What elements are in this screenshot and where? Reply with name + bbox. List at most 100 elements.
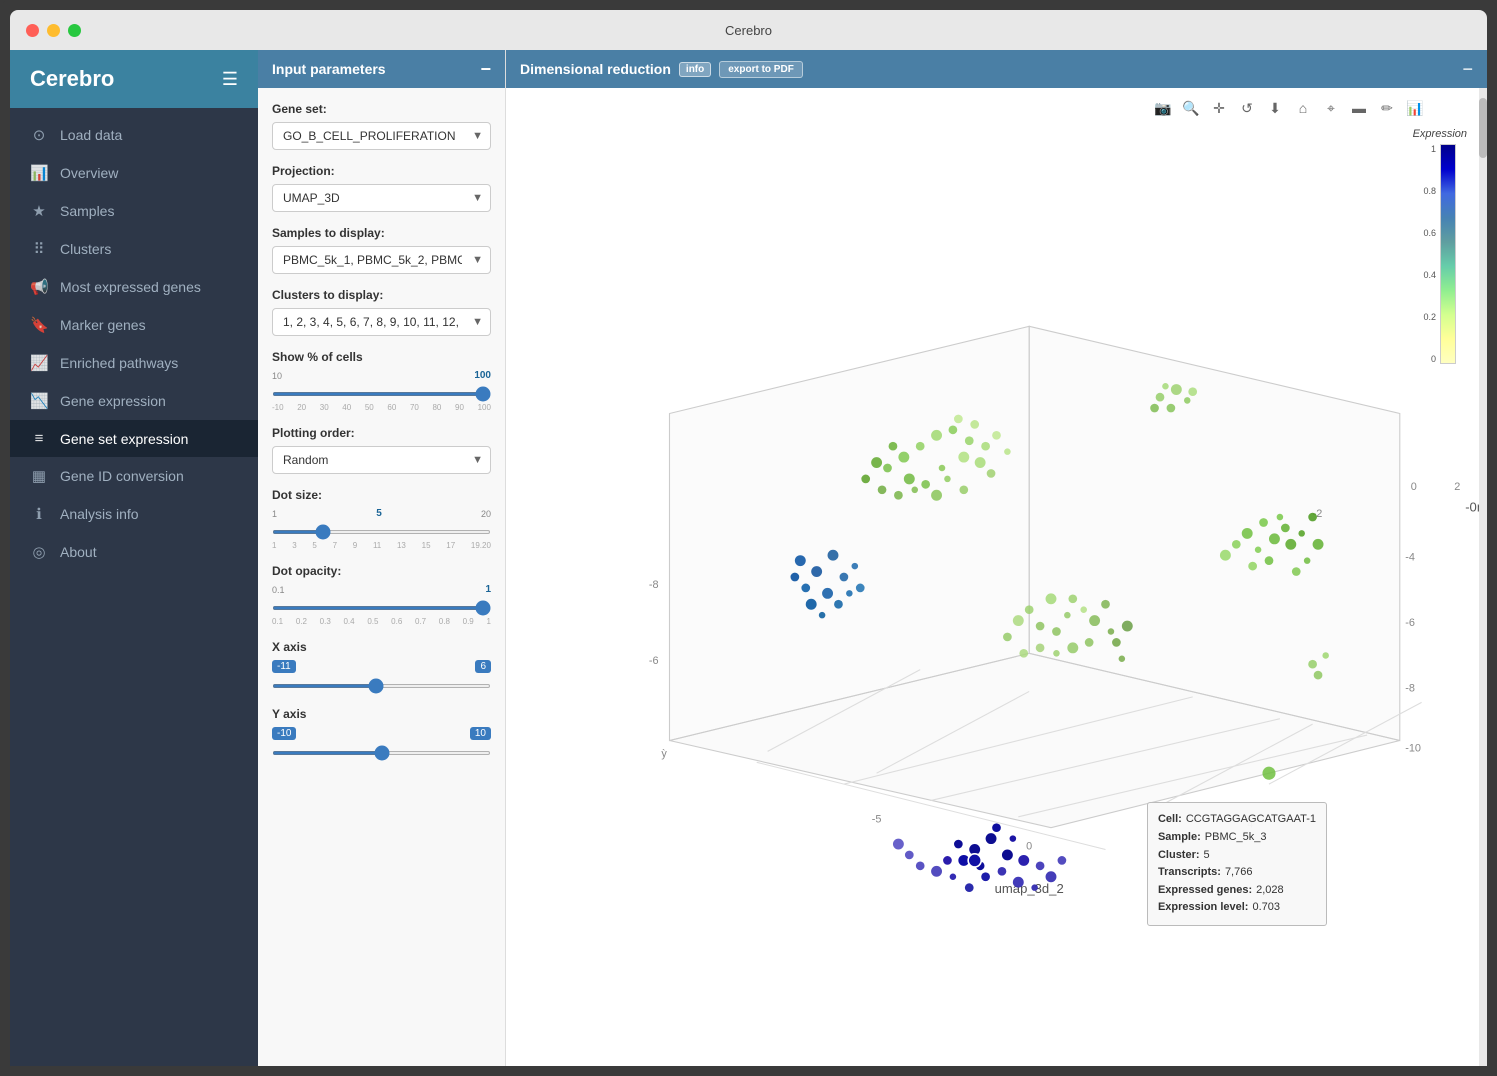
tooltip-cell-label: Cell: — [1158, 811, 1182, 829]
sidebar-label-analysis-info: Analysis info — [60, 506, 139, 522]
dot-opacity-label: Dot opacity: — [272, 564, 491, 578]
sidebar: Cerebro ☰ ⊙ Load data 📊 Overview ★ Sampl… — [10, 50, 258, 1066]
show-pct-ticks: -102030405060708090100 — [272, 403, 491, 412]
lasso-icon[interactable]: ✏ — [1375, 96, 1399, 120]
show-pct-slider-container: 10 100 -102030405060708090100 — [272, 370, 491, 412]
sidebar-header: Cerebro ☰ — [10, 50, 258, 108]
window-controls[interactable] — [26, 24, 81, 37]
minimize-button[interactable] — [47, 24, 60, 37]
load-data-icon: ⊙ — [30, 126, 48, 144]
sidebar-item-overview[interactable]: 📊 Overview — [10, 154, 258, 192]
dot-opacity-group: Dot opacity: 0.1 1 0.10.20.30.40.50.60.7… — [272, 564, 491, 626]
tooltip-expressed-genes-value: 2,028 — [1256, 882, 1284, 900]
plotting-order-wrapper: Random ▼ — [272, 446, 491, 474]
gene-set-group: Gene set: GO_B_CELL_PROLIFERATION ▼ — [272, 102, 491, 150]
gene-set-select[interactable]: GO_B_CELL_PROLIFERATION — [272, 122, 491, 150]
vertical-scrollbar[interactable] — [1479, 88, 1487, 1066]
sidebar-label-marker-genes: Marker genes — [60, 317, 146, 333]
tooltip-cell-value: CCGTAGGAGCATGAAT-1 — [1186, 811, 1316, 829]
x-axis-group: X axis -11 6 — [272, 640, 491, 693]
camera-icon[interactable]: 📷 — [1151, 96, 1175, 120]
y-axis-slider[interactable] — [272, 751, 491, 755]
sidebar-label-gene-set-expression: Gene set expression — [60, 431, 188, 447]
scrollbar-thumb[interactable] — [1479, 98, 1487, 158]
marker-genes-icon: 🔖 — [30, 316, 48, 334]
export-pdf-button[interactable]: export to PDF — [719, 61, 803, 78]
scatter-plot: ỳ -6 -8 0 -5 5 -10 -8 -6 -4 4 -2 — [506, 88, 1487, 1066]
axis-tick-neg10-r: -10 — [1405, 742, 1421, 754]
bar-chart-icon[interactable]: 📊 — [1403, 96, 1427, 120]
crosshair-icon[interactable]: ✛ — [1207, 96, 1231, 120]
sidebar-label-gene-expression: Gene expression — [60, 393, 166, 409]
show-pct-group: Show % of cells 10 100 -1020304050607080… — [272, 350, 491, 412]
cell-tooltip: Cell: CCGTAGGAGCATGAAT-1 Sample: PBMC_5k… — [1147, 802, 1327, 926]
download-icon[interactable]: ⬇ — [1263, 96, 1287, 120]
show-pct-slider[interactable] — [272, 392, 491, 396]
sidebar-item-gene-expression[interactable]: 📉 Gene expression — [10, 382, 258, 420]
sidebar-label-clusters: Clusters — [60, 241, 111, 257]
plotting-order-select[interactable]: Random — [272, 446, 491, 474]
dot-size-min: 1 — [272, 509, 277, 519]
close-button[interactable] — [26, 24, 39, 37]
dim-panel-title-group: Dimensional reduction info export to PDF — [520, 61, 803, 78]
enriched-pathways-icon: 📈 — [30, 354, 48, 372]
dot-size-slider[interactable] — [272, 530, 491, 534]
x-axis-min-badge: -11 — [272, 660, 296, 673]
axis-tick-neg6-r: -6 — [1405, 617, 1415, 629]
sidebar-item-enriched-pathways[interactable]: 📈 Enriched pathways — [10, 344, 258, 382]
show-pct-val: 100 — [474, 370, 491, 381]
sidebar-item-most-expressed-genes[interactable]: 📢 Most expressed genes — [10, 268, 258, 306]
tooltip-icon[interactable]: ⌖ — [1319, 96, 1343, 120]
axis-tick-0-x: 0 — [1026, 841, 1032, 853]
dot-opacity-ticks: 0.10.20.30.40.50.60.70.80.91 — [272, 617, 491, 626]
axis-tick-neg5: -5 — [872, 813, 882, 825]
dot-size-group: Dot size: 1 5 20 135791113151719.20 — [272, 488, 491, 550]
gene-id-icon: ▦ — [30, 467, 48, 485]
projection-label: Projection: — [272, 164, 491, 178]
samples-select[interactable]: PBMC_5k_1, PBMC_5k_2, PBMC_5... — [272, 246, 491, 274]
y-axis-min-badge: -10 — [272, 727, 296, 740]
dot-opacity-min: 0.1 — [272, 585, 285, 595]
tooltip-expressed-genes-label: Expressed genes: — [1158, 882, 1252, 900]
input-panel-header: Input parameters − — [258, 50, 505, 88]
input-panel: Input parameters − Gene set: GO_B_CELL_P… — [258, 50, 506, 1066]
clusters-display-label: Clusters to display: — [272, 288, 491, 302]
sidebar-item-gene-id-conversion[interactable]: ▦ Gene ID conversion — [10, 457, 258, 495]
sidebar-item-analysis-info[interactable]: ℹ Analysis info — [10, 495, 258, 533]
sidebar-item-load-data[interactable]: ⊙ Load data — [10, 116, 258, 154]
home-icon[interactable]: ⌂ — [1291, 96, 1315, 120]
gene-expression-icon: 📉 — [30, 392, 48, 410]
panels-area: Input parameters − Gene set: GO_B_CELL_P… — [258, 50, 1487, 1066]
dot-opacity-slider[interactable] — [272, 606, 491, 610]
sidebar-item-clusters[interactable]: ⠿ Clusters — [10, 230, 258, 268]
maximize-button[interactable] — [68, 24, 81, 37]
tooltip-sample-value: PBMC_5k_3 — [1205, 829, 1267, 847]
show-pct-label: Show % of cells — [272, 350, 491, 364]
hamburger-icon[interactable]: ☰ — [222, 69, 238, 90]
plot-area[interactable]: ỳ -6 -8 0 -5 5 -10 -8 -6 -4 4 -2 — [506, 88, 1487, 1066]
rotate-icon[interactable]: ↺ — [1235, 96, 1259, 120]
samples-display-label: Samples to display: — [272, 226, 491, 240]
dim-info-badge[interactable]: info — [679, 62, 711, 77]
input-panel-content: Gene set: GO_B_CELL_PROLIFERATION ▼ Proj… — [258, 88, 505, 788]
x-axis-slider-container: -11 6 — [272, 660, 491, 693]
sidebar-item-about[interactable]: ◎ About — [10, 533, 258, 571]
projection-select[interactable]: UMAP_3D — [272, 184, 491, 212]
sidebar-label-load-data: Load data — [60, 127, 122, 143]
dim-reduction-panel: Dimensional reduction info export to PDF… — [506, 50, 1487, 1066]
projection-group: Projection: UMAP_3D ▼ — [272, 164, 491, 212]
tooltip-transcripts-value: 7,766 — [1225, 864, 1253, 882]
dim-panel-content: 📷 🔍 ✛ ↺ ⬇ ⌂ ⌖ ▬ ✏ 📊 Expression — [506, 88, 1487, 1066]
overview-icon: 📊 — [30, 164, 48, 182]
sidebar-item-marker-genes[interactable]: 🔖 Marker genes — [10, 306, 258, 344]
box-select-icon[interactable]: ▬ — [1347, 96, 1371, 120]
highlighted-dot — [968, 854, 981, 867]
input-panel-minimize[interactable]: − — [480, 60, 491, 78]
clusters-select[interactable]: 1, 2, 3, 4, 5, 6, 7, 8, 9, 10, 11, 12, 1… — [272, 308, 491, 336]
axis-tick-neg4-r: -4 — [1405, 552, 1415, 564]
x-axis-slider[interactable] — [272, 684, 491, 688]
zoom-in-icon[interactable]: 🔍 — [1179, 96, 1203, 120]
sidebar-item-samples[interactable]: ★ Samples — [10, 192, 258, 230]
sidebar-item-gene-set-expression[interactable]: ≡ Gene set expression — [10, 420, 258, 457]
dim-panel-minimize[interactable]: − — [1462, 60, 1473, 78]
